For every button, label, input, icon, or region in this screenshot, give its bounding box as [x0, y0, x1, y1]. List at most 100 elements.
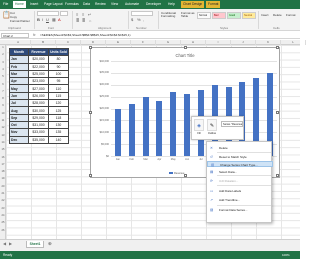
chart-bar[interactable] — [128, 103, 135, 156]
tab-format[interactable]: Format — [206, 1, 221, 8]
table-cell[interactable]: $29,000 — [28, 113, 49, 122]
insert-function-icon[interactable]: fx — [33, 33, 35, 37]
column-heading[interactable]: Revenue — [28, 47, 49, 57]
format-as-table-button[interactable]: Format as Table — [181, 11, 195, 18]
underline-icon[interactable]: U — [46, 17, 49, 22]
comma-icon[interactable]: , — [143, 17, 144, 22]
tab-developer[interactable]: Developer — [146, 2, 161, 6]
tab-insert[interactable]: Insert — [30, 2, 38, 6]
table-cell[interactable]: Mar — [9, 69, 29, 79]
tab-formulas[interactable]: Formulas — [65, 2, 79, 6]
zoom-level[interactable]: 100% — [282, 253, 290, 257]
table-cell[interactable]: 125 — [48, 106, 69, 115]
table-cell[interactable]: 115 — [48, 91, 69, 101]
table-cell[interactable]: 130 — [48, 120, 69, 130]
table-cell[interactable]: $22,000 — [28, 62, 49, 71]
tab-automate[interactable]: Automate — [125, 2, 139, 6]
context-menu-item[interactable]: ✕ Delete — [207, 145, 273, 151]
tab-help[interactable]: Help — [168, 2, 175, 6]
tab-data[interactable]: Data — [83, 2, 90, 6]
outline-pen-icon[interactable]: ✎ — [207, 119, 217, 131]
table-cell[interactable]: $25,000 — [28, 69, 49, 79]
add-sheet-icon[interactable]: ⊕ — [48, 241, 52, 247]
context-menu-item[interactable]: ↺ Reset to Match Style — [207, 154, 273, 160]
formula-input[interactable]: =SERIES(Sheet1!$C$3,Sheet1!$B$4:$B$15,Sh… — [40, 33, 130, 37]
table-cell[interactable]: 110 — [48, 84, 69, 93]
wrap-text-icon[interactable]: ↵ — [88, 12, 91, 17]
column-heading[interactable]: Month — [9, 47, 29, 57]
resize-handle[interactable] — [89, 111, 92, 114]
currency-icon[interactable]: $ — [131, 17, 133, 22]
resize-handle[interactable] — [276, 46, 279, 49]
table-cell[interactable]: 118 — [48, 113, 69, 122]
align-left-icon[interactable]: ≣ — [76, 18, 79, 23]
format-painter-button[interactable]: Format Painter — [10, 19, 30, 23]
delete-cells-button[interactable]: Delete — [273, 13, 282, 17]
chart-title[interactable]: Chart Title — [91, 53, 279, 58]
tab-chart-design[interactable]: Chart Design — [181, 1, 205, 8]
table-cell[interactable]: 90 — [48, 62, 69, 71]
scroll-right-icon[interactable]: ▶ — [9, 241, 12, 246]
insert-cells-button[interactable]: Insert — [261, 13, 269, 17]
resize-handle[interactable] — [276, 174, 279, 177]
resize-handle[interactable] — [276, 111, 279, 114]
style-bad[interactable]: Bad — [212, 12, 226, 19]
table-cell[interactable]: 95 — [48, 77, 69, 86]
chart-bar[interactable] — [142, 96, 149, 156]
table-cell[interactable]: $23,000 — [28, 77, 49, 86]
table-cell[interactable]: Oct — [9, 120, 29, 130]
table-cell[interactable]: 120 — [48, 99, 69, 108]
chart-bar[interactable] — [170, 91, 177, 156]
table-cell[interactable]: $27,000 — [28, 84, 49, 93]
table-cell[interactable]: Dec — [9, 135, 29, 144]
table-cell[interactable]: 80 — [48, 55, 69, 64]
context-menu-item[interactable]: ▭ Add Data Labels — [207, 188, 273, 194]
table-cell[interactable]: $35,000 — [28, 135, 49, 144]
style-good[interactable]: Good — [227, 12, 241, 19]
table-cell[interactable]: Jan — [9, 55, 29, 64]
table-cell[interactable]: $30,000 — [28, 106, 49, 115]
format-cells-button[interactable]: Format — [286, 13, 296, 17]
resize-handle[interactable] — [89, 46, 92, 49]
sheet-tab-sheet1[interactable]: Sheet1 — [26, 241, 44, 248]
borders-icon[interactable]: ▦ — [52, 17, 56, 22]
scroll-left-icon[interactable]: ◀ — [3, 241, 6, 246]
conditional-formatting-button[interactable]: Conditional Formatting — [161, 11, 179, 18]
column-heading[interactable]: Units Sold — [48, 47, 69, 57]
table-cell[interactable]: 140 — [48, 135, 69, 144]
table-cell[interactable]: Nov — [9, 128, 29, 137]
font-color-icon[interactable]: A — [58, 17, 61, 22]
percent-icon[interactable]: % — [137, 17, 141, 22]
resize-handle[interactable] — [184, 46, 187, 49]
style-normal[interactable]: Normal — [197, 12, 211, 19]
table-cell[interactable]: $31,000 — [28, 120, 49, 130]
chart-bar[interactable] — [156, 101, 163, 156]
context-menu-item[interactable]: ▨ Format Data Series... — [207, 207, 273, 213]
chart-bar[interactable] — [114, 108, 121, 156]
tab-home[interactable]: Home — [13, 1, 26, 8]
table-cell[interactable]: Jul — [9, 99, 29, 108]
table-cell[interactable]: Sep — [9, 113, 29, 122]
table-cell[interactable]: $26,000 — [28, 91, 49, 101]
style-neutral[interactable]: Neutral — [242, 12, 256, 19]
bold-icon[interactable]: B — [37, 17, 40, 22]
context-menu-item[interactable]: ↗ Add Trendline... — [207, 197, 273, 203]
table-cell[interactable]: 135 — [48, 128, 69, 137]
italic-icon[interactable]: I — [42, 17, 43, 22]
table-cell[interactable]: $20,000 — [28, 55, 49, 64]
tab-file[interactable]: File — [3, 2, 8, 6]
context-menu-item[interactable]: ▥ Change Series Chart Type... — [207, 161, 273, 168]
chart-legend[interactable]: Revenue — [169, 172, 184, 175]
tab-page-layout[interactable]: Page Layout — [44, 2, 63, 6]
table-cell[interactable]: Aug — [9, 106, 29, 115]
merge-icon[interactable]: ⇔ — [88, 18, 92, 23]
table-cell[interactable]: $33,000 — [28, 128, 49, 137]
font-size-select[interactable] — [60, 11, 68, 16]
resize-handle[interactable] — [89, 174, 92, 177]
font-name-select[interactable] — [37, 11, 59, 16]
table-cell[interactable]: May — [9, 84, 29, 93]
table-cell[interactable]: Feb — [9, 62, 29, 71]
fill-bucket-icon[interactable]: ◈ — [194, 119, 204, 131]
align-top-icon[interactable]: ≡ — [76, 12, 78, 17]
table-cell[interactable]: Apr — [9, 77, 29, 86]
